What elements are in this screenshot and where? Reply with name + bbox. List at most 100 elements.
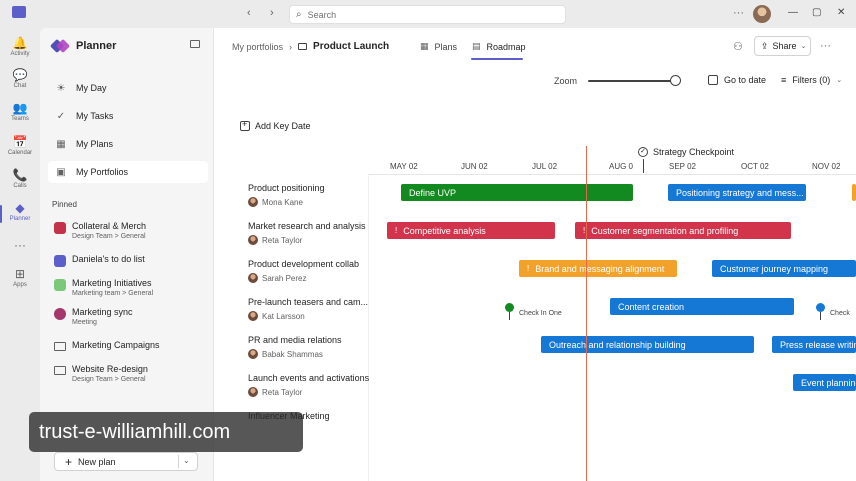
rail-chat[interactable]: 💬 Chat	[0, 68, 40, 96]
key-date-strategy-checkpoint[interactable]: ✓ Strategy Checkpoint	[638, 147, 734, 157]
key-date-line	[643, 159, 644, 173]
avatar	[248, 235, 258, 245]
task-bar[interactable]: Customer journey mapping	[712, 260, 856, 277]
pinned-title: Marketing sync	[72, 307, 133, 317]
zoom-slider-track[interactable]	[588, 80, 676, 82]
new-plan-button[interactable]: + New plan ⌄	[54, 452, 198, 471]
pinned-plan[interactable]: Daniela's to do list	[54, 254, 204, 267]
avatar	[248, 311, 258, 321]
key-date-label: Strategy Checkpoint	[653, 147, 735, 157]
task-bar[interactable]: ! Competitive analysis	[387, 222, 555, 239]
rail-teams[interactable]: 👥 Teams	[0, 101, 40, 129]
search-input[interactable]: Search	[308, 10, 337, 20]
row-title[interactable]: Product positioning	[248, 183, 325, 193]
maximize-icon[interactable]: ▢	[812, 7, 821, 18]
portfolio-icon: ▣	[56, 166, 66, 178]
pinned-title: Website Re-design	[72, 364, 148, 374]
month-label: MAY 02	[390, 162, 418, 171]
row-owner: Reta Taylor	[248, 387, 302, 397]
rail-label: Activity	[10, 51, 30, 57]
teams-icon: 👥	[12, 101, 28, 115]
planner-logo-icon	[49, 38, 71, 54]
nav-my-portfolios[interactable]: ▣ My Portfolios	[48, 161, 208, 183]
nav-my-plans[interactable]: ▦ My Plans	[48, 133, 208, 155]
row-title[interactable]: Market research and analysis	[248, 221, 366, 231]
pinned-plan[interactable]: Collateral & Merch Design Team > General	[54, 221, 204, 242]
minimize-icon[interactable]: —	[788, 7, 798, 18]
milestone[interactable]: Check	[816, 298, 850, 320]
rail-apps[interactable]: ⊞ Apps	[0, 267, 40, 295]
owner-name: Babak Shammas	[262, 349, 323, 359]
row-title[interactable]: PR and media relations	[248, 335, 342, 345]
pinned-plan[interactable]: Marketing sync Meeting	[54, 307, 204, 328]
nav-my-tasks[interactable]: ✓ My Tasks	[48, 105, 208, 127]
more-options-icon[interactable]: ···	[820, 40, 831, 52]
share-icon: ⇪	[761, 40, 769, 51]
zoom-slider-thumb[interactable]	[670, 75, 681, 86]
people-icon[interactable]: ⚇	[733, 40, 743, 53]
rail-planner[interactable]: ◆ Planner	[0, 201, 40, 229]
pinned-title: Marketing Campaigns	[72, 340, 160, 350]
add-key-date-label: Add Key Date	[255, 121, 311, 131]
rail-calls[interactable]: 📞 Calls	[0, 168, 40, 196]
bar-label: Define UVP	[409, 187, 457, 198]
user-avatar[interactable]	[753, 5, 771, 23]
grid-line	[368, 174, 369, 481]
task-bar[interactable]: ! Customer segmentation and profiling	[575, 222, 791, 239]
plans-icon: ▦	[420, 41, 429, 51]
app-rail: 🔔 Activity 💬 Chat 👥 Teams 📅 Calendar 📞 C…	[0, 0, 40, 481]
milestone[interactable]: Check In One	[505, 298, 562, 320]
close-icon[interactable]: ✕	[837, 7, 845, 18]
bar-label: Customer segmentation and profiling	[591, 225, 739, 236]
chevron-down-icon: ⌄	[836, 77, 843, 84]
back-arrow-icon[interactable]: ‹	[247, 7, 251, 19]
filters-button[interactable]: ≡ Filters (0) ⌄	[781, 75, 842, 85]
panel-header: Planner	[49, 38, 117, 54]
task-bar[interactable]: Press release writing	[772, 336, 856, 353]
chevron-down-icon[interactable]: ⌄	[183, 456, 190, 465]
row-owner: Babak Shammas	[248, 349, 323, 359]
top-more-icon[interactable]: ···	[733, 7, 744, 19]
tab-roadmap[interactable]: ▤ Roadmap	[472, 41, 526, 52]
task-bar[interactable]: Content creation	[610, 298, 794, 315]
task-bar[interactable]: Outreach and relationship building	[541, 336, 754, 353]
pinned-plan[interactable]: Website Re-design Design Team > General	[54, 364, 204, 385]
panel-title: Planner	[76, 40, 117, 52]
collapse-panel-icon[interactable]	[190, 40, 200, 48]
pinned-plan[interactable]: Marketing Initiatives Marketing team > Ge…	[54, 278, 204, 299]
rail-more[interactable]: ···	[0, 238, 40, 266]
add-key-date-button[interactable]: Add Key Date	[240, 119, 311, 131]
rail-calendar[interactable]: 📅 Calendar	[0, 135, 40, 163]
share-button[interactable]: ⇪ Share ⌄	[754, 36, 811, 56]
milestone-label: Check In One	[519, 310, 562, 317]
rail-label: Apps	[13, 282, 27, 288]
month-label: AUG 0	[609, 162, 634, 171]
search-box[interactable]: ⌕ Search	[289, 5, 566, 24]
month-label: SEP 02	[669, 162, 696, 171]
task-bar[interactable]: Define UVP	[401, 184, 633, 201]
breadcrumb: My portfolios › Product Launch	[232, 41, 389, 52]
pinned-subtitle: Marketing team > General	[72, 290, 154, 297]
today-line	[586, 146, 587, 481]
row-title[interactable]: Product development collab	[248, 259, 359, 269]
breadcrumb-root[interactable]: My portfolios	[232, 42, 283, 52]
tab-plans[interactable]: ▦ Plans	[420, 41, 457, 52]
task-bar[interactable]: ! Brand and messaging alignment	[519, 260, 677, 277]
flag-icon: !	[583, 226, 586, 235]
divider	[178, 455, 179, 468]
go-to-date-button[interactable]: Go to date	[708, 75, 766, 85]
owner-name: Mona Kane	[262, 197, 303, 207]
bell-icon: 🔔	[12, 36, 28, 50]
forward-arrow-icon[interactable]: ›	[270, 7, 274, 19]
chat-icon: 💬	[12, 68, 28, 82]
nav-my-day[interactable]: ☀ My Day	[48, 77, 208, 99]
task-bar-clipped[interactable]	[852, 184, 856, 201]
task-bar[interactable]: Positioning strategy and mess...	[668, 184, 806, 201]
pinned-plan[interactable]: Marketing Campaigns	[54, 340, 204, 351]
rail-activity[interactable]: 🔔 Activity	[0, 36, 40, 64]
row-title[interactable]: Launch events and activations	[248, 373, 369, 383]
row-title[interactable]: Pre-launch teasers and cam...	[248, 297, 368, 307]
folder-icon	[54, 366, 66, 375]
share-label: Share	[772, 41, 797, 51]
task-bar[interactable]: Event planning	[793, 374, 856, 391]
